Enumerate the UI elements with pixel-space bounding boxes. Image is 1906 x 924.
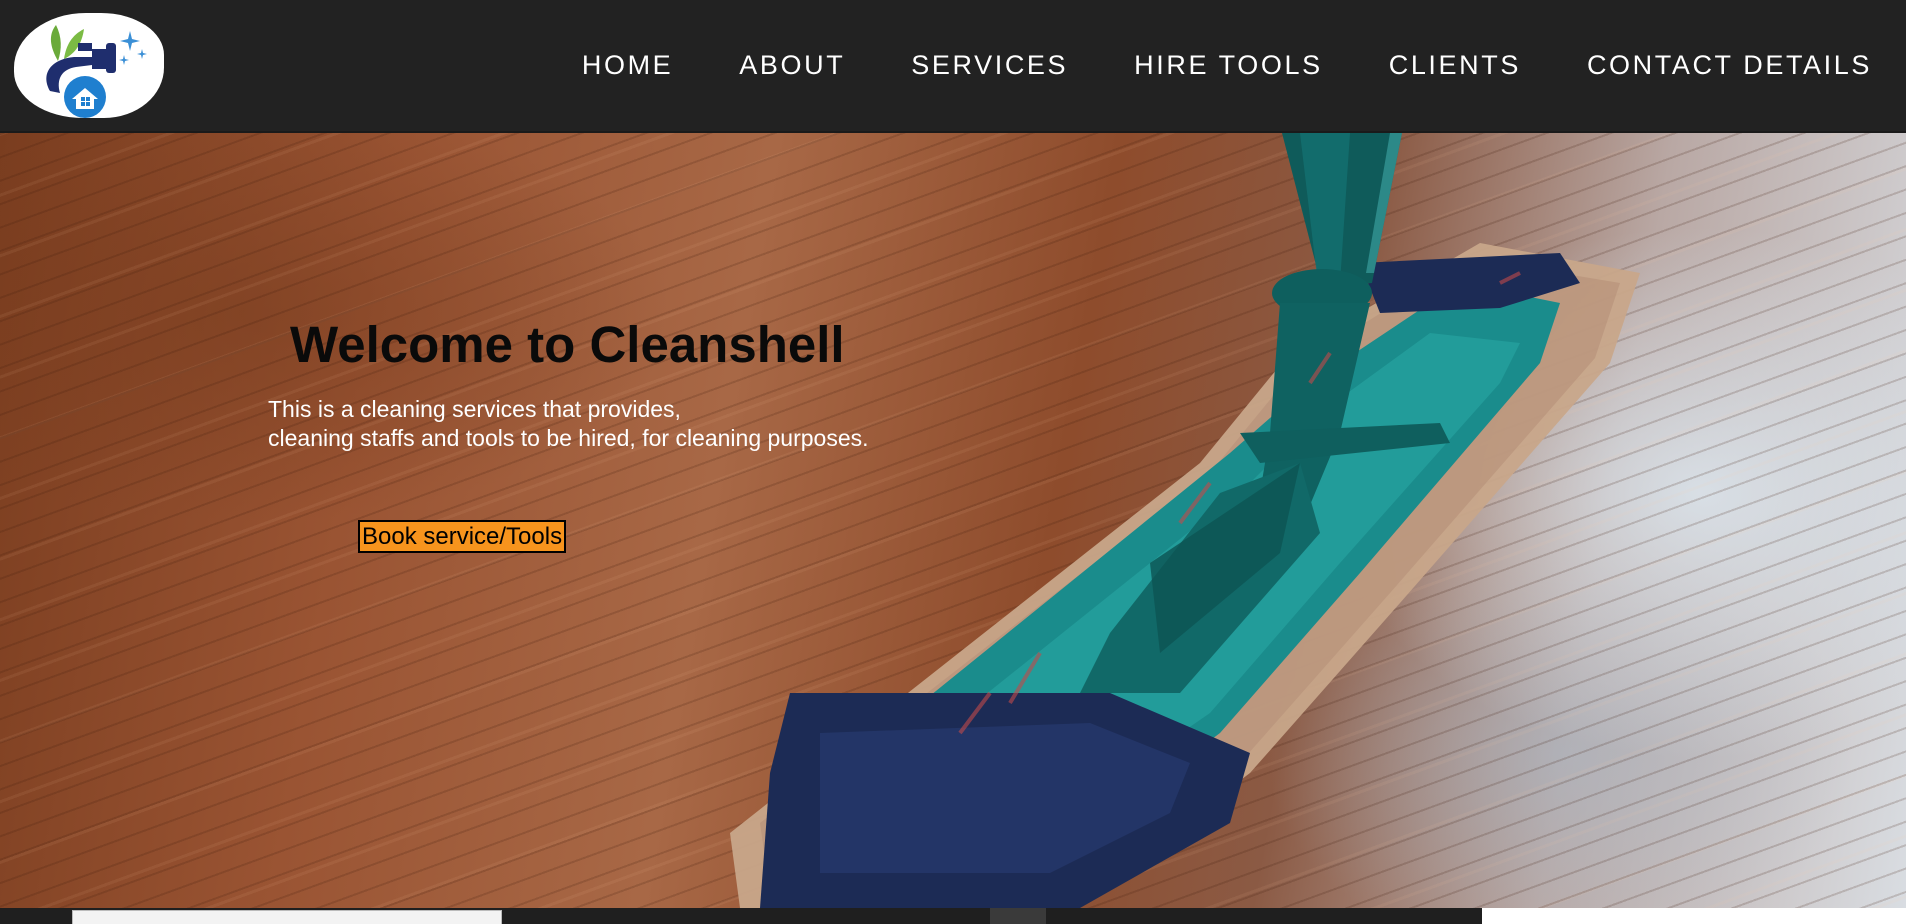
mop-illustration bbox=[730, 133, 1640, 908]
nav-home-link[interactable]: HOME bbox=[582, 50, 673, 81]
hero-description: This is a cleaning services that provide… bbox=[268, 395, 869, 453]
taskbar-search-box[interactable] bbox=[72, 910, 502, 924]
nav-about-link[interactable]: ABOUT bbox=[739, 50, 845, 81]
hero-section: Welcome to Cleanshell This is a cleaning… bbox=[0, 133, 1906, 908]
hero-title: Welcome to Cleanshell bbox=[290, 316, 845, 373]
main-nav: HOME ABOUT SERVICES HIRE TOOLS CLIENTS C… bbox=[582, 0, 1872, 130]
hero-description-line-1: This is a cleaning services that provide… bbox=[268, 396, 681, 422]
brand-logo[interactable] bbox=[14, 13, 164, 118]
nav-services-link[interactable]: SERVICES bbox=[911, 50, 1068, 81]
nav-hire-tools-link[interactable]: HIRE TOOLS bbox=[1134, 50, 1323, 81]
nav-contact-details-link[interactable]: CONTACT DETAILS bbox=[1587, 50, 1872, 81]
taskbar-app-button[interactable] bbox=[990, 908, 1046, 924]
hero-description-line-2: cleaning staffs and tools to be hired, f… bbox=[268, 425, 869, 451]
taskbar-tray bbox=[1482, 908, 1906, 924]
book-service-button[interactable]: Book service/Tools bbox=[358, 520, 567, 553]
cleaning-house-logo-icon bbox=[46, 25, 147, 118]
navbar: HOME ABOUT SERVICES HIRE TOOLS CLIENTS C… bbox=[0, 0, 1906, 133]
nav-clients-link[interactable]: CLIENTS bbox=[1389, 50, 1521, 81]
page: HOME ABOUT SERVICES HIRE TOOLS CLIENTS C… bbox=[0, 0, 1906, 924]
taskbar bbox=[0, 908, 1906, 924]
